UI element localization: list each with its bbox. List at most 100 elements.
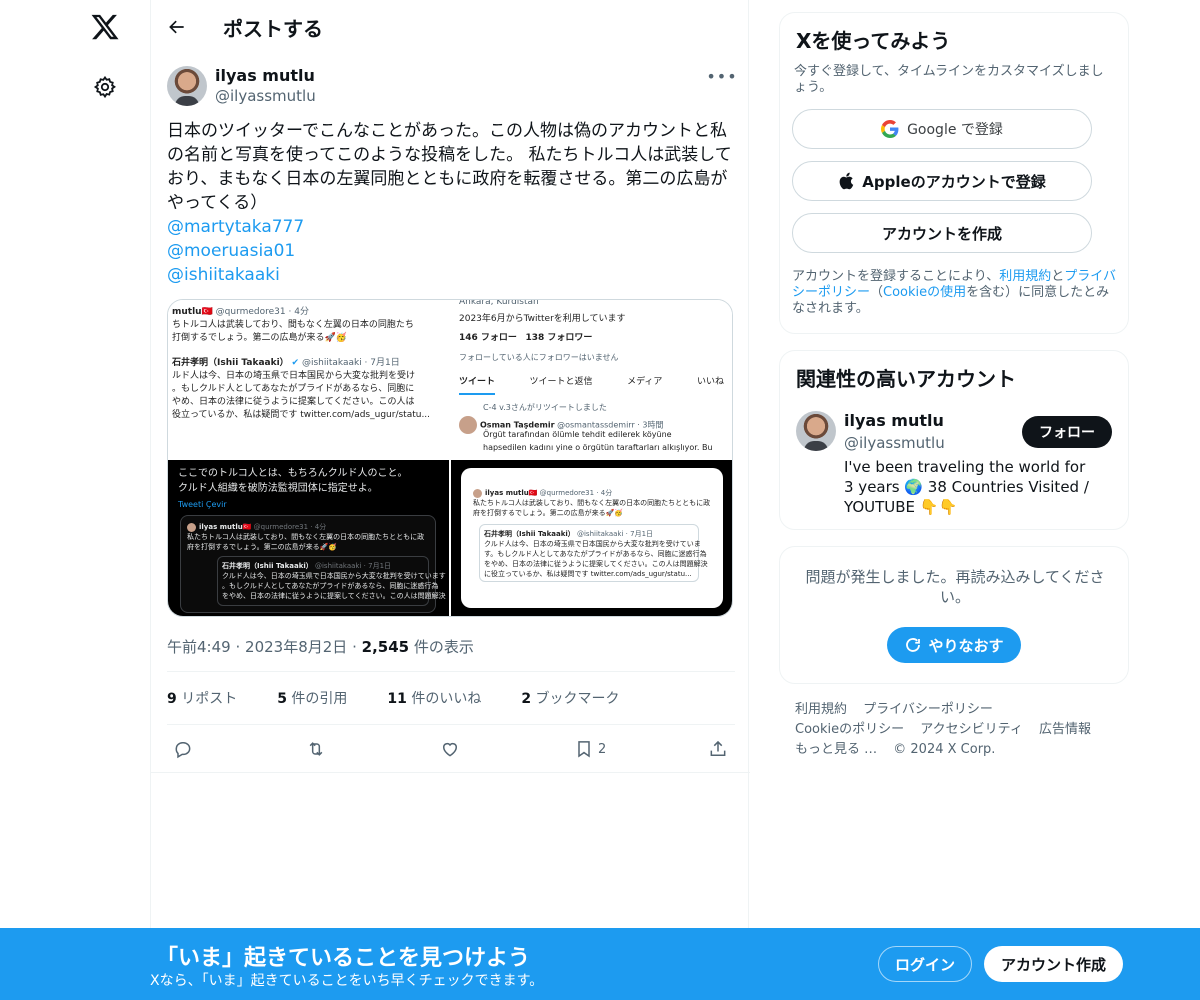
x-logo-icon[interactable] — [90, 12, 120, 42]
stat-label: ブックマーク — [531, 691, 620, 707]
mention-link[interactable]: @martytaka777 — [167, 215, 735, 239]
header: ポストする — [151, 0, 748, 54]
image-text: 。もしクルド人としてあなたがプライドがあるなら、同胞に迷惑行為 — [222, 582, 439, 590]
tweet-author[interactable]: ilyas mutlu @ilyassmutlu — [167, 66, 316, 106]
avatar — [473, 488, 482, 498]
refresh-icon — [906, 638, 921, 652]
bookmark-button[interactable]: 2 — [574, 737, 606, 761]
bookmark-count: 2 — [598, 741, 607, 757]
signup-button[interactable]: アカウント作成 — [984, 946, 1123, 982]
tweet-time[interactable]: 午前4:49 — [167, 638, 231, 656]
bottombar-subtitle: Xなら、「いま」起きていることをいち早くチェックできます。 — [150, 973, 544, 989]
media-image-2[interactable]: Ankara, Kurdistan 2023年6月からTwitterを利用してい… — [451, 300, 732, 458]
quotes-stat[interactable]: 5 件の引用 — [277, 688, 367, 708]
quoted-tweet-card: 石井孝明（Ishii Takaaki） @ishiitakaaki · 7月1日… — [217, 556, 446, 606]
quoted-tweet-card: ilyas mutlu🇹🇷 @qurmedore31 · 4分 私たちトルコ人は… — [180, 515, 446, 613]
create-account-button[interactable]: アカウントを作成 — [792, 213, 1092, 253]
image-text: ルド人は今、日本の埼玉県で日本国民から大変な批判を受け — [172, 371, 416, 381]
likes-stat[interactable]: 11 件のいいね — [387, 688, 501, 708]
left-nav — [0, 0, 150, 1000]
tweet-text: 日本のツイッターでこんなことがあった。この人物は偽のアカウントと私の名前と写真を… — [167, 121, 732, 213]
image-text: 。もしクルド人としてあなたがプライドがあるなら、同胞に — [172, 384, 415, 394]
reposts-stat[interactable]: 9 リポスト — [167, 688, 257, 708]
media-image-4[interactable]: ilyas mutlu🇹🇷 @qurmedore31 · 4分 私たちトルコ人は… — [451, 460, 732, 616]
apple-icon — [839, 172, 854, 190]
image-text: 打倒するでしょう。第二の広島が来る🚀🥳 — [172, 333, 347, 343]
image-text: @ishiitakaaki · 7月1日 — [574, 530, 654, 538]
author-handle[interactable]: @ilyassmutlu — [215, 86, 316, 106]
heart-icon[interactable] — [440, 737, 460, 761]
image-text: Tweeti Çevir — [178, 500, 227, 509]
avatar[interactable] — [796, 411, 836, 451]
related-title: 関連性の高いアカウント — [796, 367, 1016, 391]
image-text: 役立っているか、私は疑問です twitter.com/ads_ugur/stat… — [172, 410, 431, 420]
image-text: 138 フォロワー — [525, 333, 593, 343]
divider — [167, 671, 735, 672]
share-icon[interactable] — [708, 737, 728, 761]
tweet-date[interactable]: 2023年8月2日 — [245, 638, 347, 656]
image-text: ここでのトルコ人とは、もちろんクルド人のこと。 — [178, 468, 408, 479]
footer-link[interactable]: Cookieのポリシー — [795, 722, 904, 737]
image-text: 2023年6月からTwitterを利用しています — [459, 314, 626, 324]
image-text: クルド人は今、日本の埼玉県で日本国民から大変な批判を受けていま — [484, 540, 701, 548]
image-text: 146 フォロー — [459, 333, 517, 343]
image-text: フォローしている人にフォロワーはいません — [459, 353, 619, 362]
google-signup-button[interactable]: Google で登録 — [792, 109, 1092, 149]
retry-label: やりなおす — [928, 636, 1004, 655]
footer-links: 利用規約 プライバシーポリシー Cookieのポリシー アクセシビリティ 広告情… — [795, 700, 1115, 760]
login-button[interactable]: ログイン — [878, 946, 972, 982]
terms-link[interactable]: 利用規約 — [999, 269, 1051, 284]
image-text: 石井孝明（Ishii Takaaki） — [222, 562, 313, 570]
image-text: @qurmedore31 · 4分 — [212, 307, 309, 317]
more-icon[interactable]: ••• — [706, 66, 736, 86]
related-bio: I've been traveling the world for 3 year… — [844, 458, 1089, 516]
follow-button[interactable]: フォロー — [1022, 416, 1112, 448]
image-text: メディア — [627, 377, 663, 387]
bottombar-title: 「いま」起きていることを見つけよう — [156, 946, 531, 971]
image-text: クルド人組織を破防法監視団体に指定せよ。 — [178, 483, 378, 494]
footer-link[interactable]: もっと見る … — [795, 742, 877, 757]
error-card: 問題が発生しました。再読み込みしてください。 やりなおす — [779, 546, 1129, 684]
footer-link[interactable]: 利用規約 — [795, 702, 847, 717]
image-text: をやめ、日本の法律に従うように提案してください。この人は問題解決 — [484, 560, 708, 568]
media-image-3[interactable]: ここでのトルコ人とは、もちろんクルド人のこと。 クルド人組織を破防法監視団体に指… — [168, 460, 449, 616]
apple-signup-button[interactable]: Appleのアカウントで登録 — [792, 161, 1092, 201]
related-handle[interactable]: @ilyassmutlu — [844, 434, 945, 452]
image-text: ツイートと返信 — [529, 377, 593, 387]
retry-button[interactable]: やりなおす — [887, 627, 1021, 663]
signup-title: Xを使ってみよう — [796, 29, 951, 53]
stat-count: 5 — [277, 691, 287, 707]
image-text: @ishiitakaaki · 7月1日 — [299, 358, 400, 368]
footer-link[interactable]: アクセシビリティ — [920, 722, 1023, 737]
bookmarks-stat[interactable]: 2 ブックマーク — [521, 688, 639, 708]
cookie-link[interactable]: Cookieの使用 — [883, 285, 966, 300]
related-accounts-card: 関連性の高いアカウント ilyas mutlu @ilyassmutlu フォロ… — [779, 350, 1129, 530]
image-text: 石井孝明（Ishii Takaaki） — [172, 358, 289, 368]
terms-fragment: アカウントを登録することにより、 — [792, 269, 1000, 284]
divider — [167, 724, 735, 725]
footer-link[interactable]: プライバシーポリシー — [863, 702, 993, 717]
signup-card: Xを使ってみよう 今すぐ登録して、タイムラインをカスタマイズしましょう。 Goo… — [779, 12, 1129, 334]
image-text: いいね — [696, 377, 724, 387]
image-text: 私たちトルコ人は武装しており、間もなく左翼の日本の同胞たちとともに政 — [473, 499, 711, 507]
reply-icon[interactable] — [173, 737, 193, 761]
image-text: 府を打倒するでしょう。第二の広島が来る🚀🥳 — [473, 509, 624, 517]
footer-link[interactable]: 広告情報 — [1039, 722, 1091, 737]
avatar[interactable] — [167, 66, 207, 106]
divider — [151, 772, 750, 773]
copyright: © 2024 X Corp. — [893, 742, 996, 757]
media-image-1[interactable]: mutlu🇹🇷 @qurmedore31 · 4分 ちトルコ人は武装しており、間… — [168, 300, 449, 458]
stat-label: 件の引用 — [286, 691, 348, 707]
stat-count: 9 — [167, 691, 177, 707]
image-text: @ishiitakaaki · 7月1日 — [312, 562, 392, 570]
mention-link[interactable]: @moeruasia01 — [167, 239, 735, 263]
terms-text: アカウントを登録することにより、利用規約とプライバシーポリシー（Cookieの使… — [792, 269, 1118, 317]
gear-icon[interactable] — [93, 75, 117, 99]
mention-link[interactable]: @ishiitakaaki — [167, 263, 735, 287]
author-name[interactable]: ilyas mutlu — [215, 66, 316, 86]
repost-icon[interactable] — [306, 737, 326, 761]
back-arrow-icon[interactable] — [167, 17, 187, 37]
tweet-stats: 9 リポスト 5 件の引用 11 件のいいね 2 ブックマーク — [167, 688, 660, 708]
image-text: Ankara, Kurdistan — [459, 300, 539, 307]
related-name[interactable]: ilyas mutlu — [844, 411, 944, 430]
